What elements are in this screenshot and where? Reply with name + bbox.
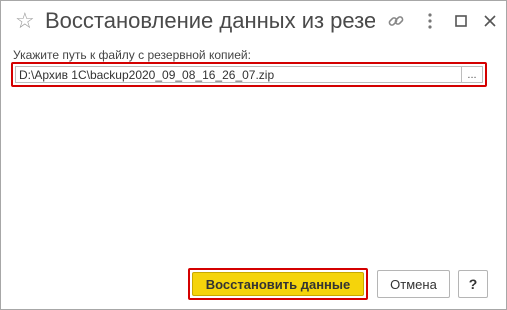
restore-dialog: ☆ Восстановление данных из резерв... Ука… bbox=[0, 0, 507, 310]
browse-button[interactable]: ... bbox=[461, 66, 483, 83]
help-button[interactable]: ? bbox=[458, 270, 488, 298]
path-label: Укажите путь к файлу с резервной копией: bbox=[13, 48, 251, 62]
close-icon[interactable] bbox=[480, 11, 500, 31]
cancel-button[interactable]: Отмена bbox=[377, 270, 450, 298]
link-icon[interactable] bbox=[386, 11, 406, 31]
path-field-highlight: ... bbox=[11, 62, 487, 87]
backup-path-input[interactable] bbox=[15, 66, 461, 83]
restore-data-button[interactable]: Восстановить данные bbox=[192, 272, 364, 296]
maximize-icon[interactable] bbox=[451, 11, 471, 31]
more-icon[interactable] bbox=[420, 11, 440, 31]
title-bar: ☆ Восстановление данных из резерв... bbox=[1, 1, 506, 43]
star-icon[interactable]: ☆ bbox=[15, 9, 35, 33]
dialog-title: Восстановление данных из резерв... bbox=[45, 8, 375, 33]
restore-button-highlight: Восстановить данные bbox=[188, 268, 368, 300]
